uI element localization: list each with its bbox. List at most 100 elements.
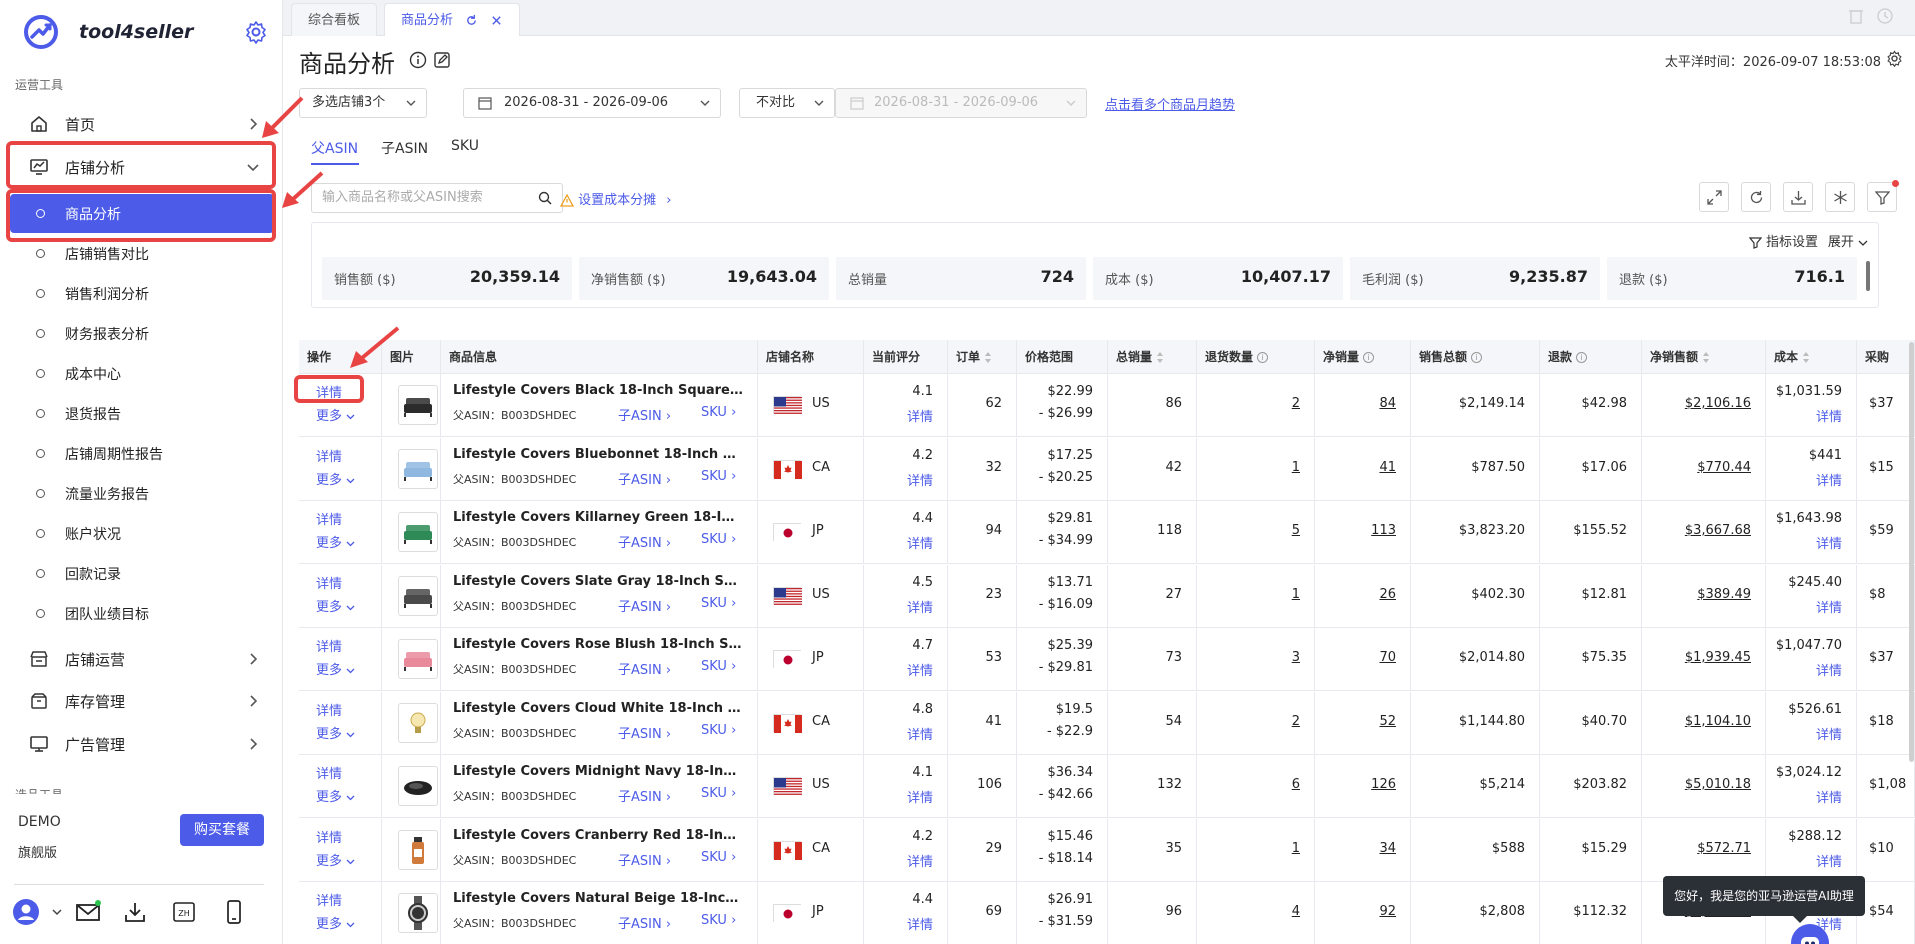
sku-link[interactable]: SKU › xyxy=(701,786,736,801)
info-icon[interactable]: i xyxy=(1363,352,1375,363)
detail-link[interactable]: 详情 xyxy=(316,827,342,846)
edit-note-icon[interactable] xyxy=(433,51,451,69)
child-asin-link[interactable]: 子ASIN › xyxy=(618,786,671,805)
child-asin-link[interactable]: 子ASIN › xyxy=(618,659,671,678)
net-units-link[interactable]: 113 xyxy=(1371,523,1396,538)
search-input[interactable]: 输入商品名称或父ASIN搜索 xyxy=(311,183,563,213)
user-avatar-icon[interactable] xyxy=(12,898,40,926)
returns-link[interactable]: 1 xyxy=(1292,460,1300,475)
cost-detail-link[interactable]: 详情 xyxy=(1816,660,1842,679)
more-menu[interactable]: 更多 xyxy=(316,850,355,869)
detail-link[interactable]: 详情 xyxy=(316,700,342,719)
more-menu[interactable]: 更多 xyxy=(316,405,355,424)
refresh-icon[interactable] xyxy=(465,14,478,27)
net-sales-link[interactable]: $2,106.16 xyxy=(1685,396,1751,411)
monthly-trend-link[interactable]: 点击看多个商品月趋势 xyxy=(1105,94,1235,113)
close-icon[interactable] xyxy=(490,14,503,27)
info-icon[interactable]: i xyxy=(1471,352,1483,363)
more-menu[interactable]: 更多 xyxy=(316,596,355,615)
product-title[interactable]: Lifestyle Covers Bluebonnet 18-Inch Squa… xyxy=(453,447,743,462)
submenu-item[interactable]: 店铺周期性报告 xyxy=(10,435,274,471)
info-icon[interactable] xyxy=(409,51,427,69)
compare-select[interactable]: 不对比 xyxy=(739,88,835,118)
detail-link[interactable]: 详情 xyxy=(316,636,342,655)
kpi-scrollbar[interactable] xyxy=(1866,261,1870,291)
filter-button[interactable] xyxy=(1867,180,1899,212)
sku-link[interactable]: SKU › xyxy=(701,850,736,865)
submenu-item[interactable]: 流量业务报告 xyxy=(10,475,274,511)
net-units-link[interactable]: 70 xyxy=(1379,650,1396,665)
submenu-item[interactable]: 账户状况 xyxy=(10,515,274,551)
product-title[interactable]: Lifestyle Covers Cranberry Red 18-Inch S… xyxy=(453,828,743,843)
info-icon[interactable]: i xyxy=(1257,352,1269,363)
mail-icon[interactable] xyxy=(74,898,102,926)
tab-parent-asin[interactable]: 父ASIN xyxy=(311,138,358,158)
download-icon[interactable] xyxy=(121,898,149,926)
rating-detail-link[interactable]: 详情 xyxy=(907,914,933,933)
net-sales-link[interactable]: $770.44 xyxy=(1697,460,1751,475)
product-image[interactable] xyxy=(398,448,438,489)
sku-link[interactable]: SKU › xyxy=(701,723,736,738)
net-units-link[interactable]: 26 xyxy=(1379,587,1396,602)
net-units-link[interactable]: 34 xyxy=(1379,841,1396,856)
tab-child-asin[interactable]: 子ASIN xyxy=(381,138,428,158)
menu-store-ops[interactable]: 店铺运营 xyxy=(10,639,274,679)
submenu-item[interactable]: 成本中心 xyxy=(10,355,274,391)
table-vertical-scrollbar[interactable] xyxy=(1909,342,1914,762)
product-image[interactable] xyxy=(398,575,438,616)
more-menu[interactable]: 更多 xyxy=(316,532,355,551)
menu-home[interactable]: 首页 xyxy=(10,104,274,144)
returns-link[interactable]: 6 xyxy=(1292,777,1300,792)
child-asin-link[interactable]: 子ASIN › xyxy=(618,596,671,615)
detail-link[interactable]: 详情 xyxy=(316,446,342,465)
child-asin-link[interactable]: 子ASIN › xyxy=(618,405,671,424)
product-title[interactable]: Lifestyle Covers Midnight Navy 18-Inch S… xyxy=(453,764,743,779)
store-select[interactable]: 多选店铺3个 xyxy=(299,88,427,118)
cost-detail-link[interactable]: 详情 xyxy=(1816,787,1842,806)
settings-gear-icon[interactable] xyxy=(1886,50,1903,67)
rating-detail-link[interactable]: 详情 xyxy=(907,597,933,616)
rating-detail-link[interactable]: 详情 xyxy=(907,406,933,425)
product-image[interactable] xyxy=(398,829,438,870)
more-menu[interactable]: 更多 xyxy=(316,786,355,805)
menu-ads[interactable]: 广告管理 xyxy=(10,724,274,764)
net-sales-link[interactable]: $572.71 xyxy=(1697,841,1751,856)
refresh-button[interactable] xyxy=(1741,182,1771,212)
logo[interactable]: tool4seller xyxy=(22,13,193,51)
language-zh-icon[interactable]: ZH xyxy=(170,898,198,926)
cost-detail-link[interactable]: 详情 xyxy=(1816,724,1842,743)
submenu-item[interactable]: 回款记录 xyxy=(10,555,274,591)
sku-link[interactable]: SKU › xyxy=(701,913,736,928)
tab-sku[interactable]: SKU xyxy=(451,138,479,154)
menu-inventory[interactable]: 库存管理 xyxy=(10,681,274,721)
product-title[interactable]: Lifestyle Covers Slate Gray 18-Inch Squa… xyxy=(453,574,743,589)
sku-link[interactable]: SKU › xyxy=(701,596,736,611)
mobile-icon[interactable] xyxy=(220,898,248,926)
detail-link[interactable]: 详情 xyxy=(316,509,342,528)
cost-allocation-link[interactable]: 设置成本分摊 › xyxy=(560,189,672,208)
returns-link[interactable]: 2 xyxy=(1292,714,1300,729)
kpi-settings-button[interactable]: 指标设置 xyxy=(1748,231,1818,250)
product-title[interactable]: Lifestyle Covers Killarney Green 18-Inch… xyxy=(453,510,743,525)
returns-link[interactable]: 3 xyxy=(1292,650,1300,665)
search-icon[interactable] xyxy=(538,191,552,205)
rating-detail-link[interactable]: 详情 xyxy=(907,470,933,489)
net-units-link[interactable]: 126 xyxy=(1371,777,1396,792)
sku-link[interactable]: SKU › xyxy=(701,405,736,420)
freeze-button[interactable] xyxy=(1825,182,1855,212)
submenu-item[interactable]: 店铺销售对比 xyxy=(10,235,274,271)
rating-detail-link[interactable]: 详情 xyxy=(907,724,933,743)
child-asin-link[interactable]: 子ASIN › xyxy=(618,469,671,488)
product-title[interactable]: Lifestyle Covers Natural Beige 18-Inch S… xyxy=(453,891,743,906)
menu-store-analysis[interactable]: 店铺分析 xyxy=(10,147,274,187)
fullscreen-button[interactable] xyxy=(1699,182,1729,212)
cost-detail-link[interactable]: 详情 xyxy=(1816,470,1842,489)
buy-plan-button[interactable]: 购买套餐 xyxy=(180,814,264,846)
submenu-item[interactable]: 销售利润分析 xyxy=(10,275,274,311)
net-sales-link[interactable]: $1,104.10 xyxy=(1685,714,1751,729)
child-asin-link[interactable]: 子ASIN › xyxy=(618,850,671,869)
product-image[interactable] xyxy=(398,766,438,806)
rating-detail-link[interactable]: 详情 xyxy=(907,660,933,679)
child-asin-link[interactable]: 子ASIN › xyxy=(618,723,671,742)
cost-detail-link[interactable]: 详情 xyxy=(1816,533,1842,552)
